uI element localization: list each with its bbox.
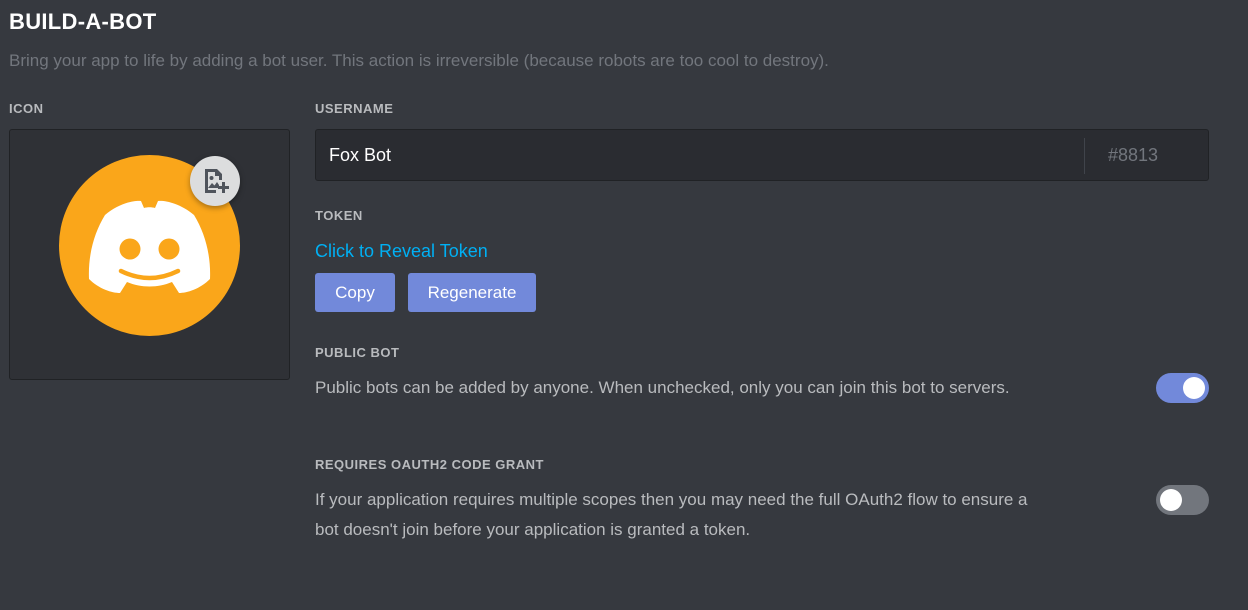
oauth2-description-line1: If your application requires multiple sc… bbox=[315, 490, 1028, 509]
regenerate-token-button[interactable]: Regenerate bbox=[408, 273, 536, 312]
username-input[interactable] bbox=[316, 130, 1084, 180]
upload-image-button[interactable] bbox=[190, 156, 240, 206]
icon-label: ICON bbox=[9, 101, 44, 116]
public-bot-label: PUBLIC BOT bbox=[315, 345, 400, 360]
oauth2-description-line2: bot doesn't join before your application… bbox=[315, 520, 751, 539]
page-subtitle: Bring your app to life by adding a bot u… bbox=[9, 51, 829, 70]
discord-logo-icon bbox=[88, 200, 211, 293]
toggle-knob bbox=[1160, 489, 1182, 511]
username-field: #8813 bbox=[315, 129, 1209, 181]
page-title: BUILD-A-BOT bbox=[9, 9, 157, 34]
copy-token-button[interactable]: Copy bbox=[315, 273, 395, 312]
token-label: TOKEN bbox=[315, 208, 363, 223]
public-bot-toggle[interactable] bbox=[1156, 373, 1209, 403]
image-add-icon bbox=[205, 169, 229, 193]
toggle-knob bbox=[1183, 377, 1205, 399]
discriminator-divider bbox=[1084, 138, 1085, 174]
oauth2-label: REQUIRES OAUTH2 CODE GRANT bbox=[315, 457, 544, 472]
oauth2-toggle[interactable] bbox=[1156, 485, 1209, 515]
discriminator: #8813 bbox=[1108, 145, 1159, 165]
build-a-bot-page: BUILD-A-BOT Bring your app to life by ad… bbox=[0, 0, 1248, 610]
icon-uploader[interactable] bbox=[9, 129, 290, 380]
public-bot-description: Public bots can be added by anyone. When… bbox=[315, 378, 1010, 397]
reveal-token-link[interactable]: Click to Reveal Token bbox=[315, 241, 488, 262]
username-label: USERNAME bbox=[315, 101, 394, 116]
